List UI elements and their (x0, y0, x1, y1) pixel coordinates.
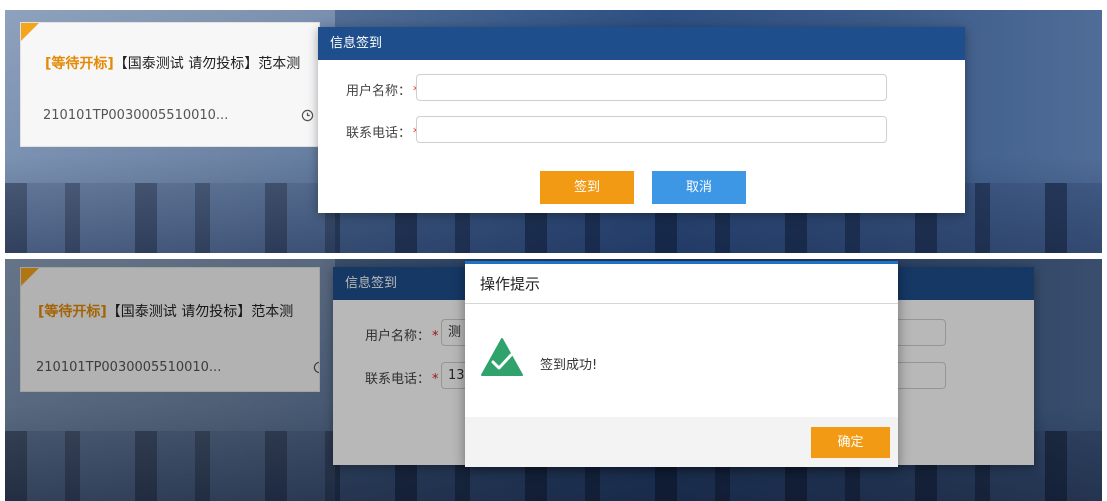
alert-title: 操作提示 (465, 264, 898, 304)
confirm-button[interactable]: 确定 (811, 427, 890, 458)
dialog-title: 信息签到 (318, 27, 965, 60)
cancel-button[interactable]: 取消 (652, 171, 746, 204)
success-check-icon (481, 338, 523, 376)
operation-alert-dialog: 操作提示 签到成功! 确定 (465, 261, 898, 467)
alert-message: 签到成功! (540, 358, 598, 373)
phone-label: 联系电话：* (346, 122, 420, 141)
screenshot-top-panel: [等待开标]【国泰测试 请勿投标】范本测 210101TP00300055100… (5, 10, 1102, 253)
username-row: 用户名称：* (318, 74, 965, 102)
phone-row: 联系电话：* (318, 116, 965, 144)
phone-input[interactable] (416, 116, 887, 143)
username-input[interactable] (416, 74, 887, 101)
signin-dialog: 信息签到 用户名称：* 联系电话：* 签到 取消 (318, 27, 965, 213)
username-label: 用户名称：* (346, 80, 420, 99)
alert-footer: 确定 (465, 417, 898, 467)
sign-in-button[interactable]: 签到 (540, 171, 634, 204)
screenshot-bottom-panel: [等待开标]【国泰测试 请勿投标】范本测 210101TP00300055100… (5, 259, 1102, 501)
